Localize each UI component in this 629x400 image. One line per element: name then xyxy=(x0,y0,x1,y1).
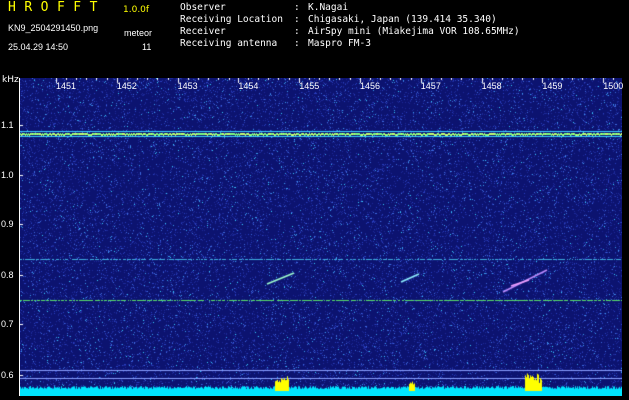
y-tick-label: 1.0 xyxy=(1,170,14,180)
info-value: Maspro FM-3 xyxy=(308,38,371,49)
header-panel: HROFFT 1.0.0f KN9_2504291450.png meteor … xyxy=(0,0,629,73)
spectrogram-plot xyxy=(19,78,622,396)
x-tick-label: 1459 xyxy=(542,81,563,91)
info-key: Receiving antenna xyxy=(180,38,278,49)
x-tick-label: 1451 xyxy=(56,81,77,91)
info-key: Receiver xyxy=(180,26,226,37)
info-key: Observer xyxy=(180,2,226,13)
info-value: AirSpy mini (Miakejima VOR 108.65MHz) xyxy=(308,26,520,37)
info-colon: : xyxy=(294,2,300,13)
x-tick-label: 1458 xyxy=(481,81,502,91)
info-colon: : xyxy=(294,26,300,37)
info-colon: : xyxy=(294,38,300,49)
info-key: Receiving Location xyxy=(180,14,283,25)
info-row-receiver: Receiver: AirSpy mini (Miakejima VOR 108.… xyxy=(180,26,520,38)
info-colon: : xyxy=(294,14,300,25)
meteor-count: 11 xyxy=(142,42,152,52)
info-row-antenna: Receiving antenna: Maspro FM-3 xyxy=(180,38,371,50)
file-name: KN9_2504291450.png xyxy=(8,23,99,33)
info-value: Chigasaki, Japan (139.414 35.340) xyxy=(308,14,497,25)
version-label: 1.0.0f xyxy=(123,5,150,15)
y-tick-label: 0.6 xyxy=(1,370,14,380)
info-row-observer: Observer: K.Nagai xyxy=(180,2,348,14)
x-tick-label: 1453 xyxy=(177,81,198,91)
y-tick-label: 1.1 xyxy=(1,120,14,130)
x-tick-label: 1456 xyxy=(360,81,381,91)
y-axis-unit: kHz xyxy=(2,75,19,85)
x-tick-label: 1452 xyxy=(116,81,137,91)
x-tick-label: 1455 xyxy=(299,81,320,91)
y-tick-label: 0.9 xyxy=(1,219,14,229)
y-tick-label: 0.8 xyxy=(1,270,14,280)
y-tick-label: 0.7 xyxy=(1,319,14,329)
mode-label: meteor xyxy=(124,28,153,38)
spectrogram-canvas xyxy=(19,78,622,396)
info-row-location: Receiving Location: Chigasaki, Japan (139… xyxy=(180,14,497,26)
app-title: HROFFT xyxy=(8,0,106,15)
info-value: K.Nagai xyxy=(308,2,349,13)
timestamp: 25.04.29 14:50 xyxy=(8,42,69,52)
x-tick-label: 1500 xyxy=(603,81,624,91)
x-tick-label: 1454 xyxy=(238,81,259,91)
x-tick-label: 1457 xyxy=(420,81,441,91)
